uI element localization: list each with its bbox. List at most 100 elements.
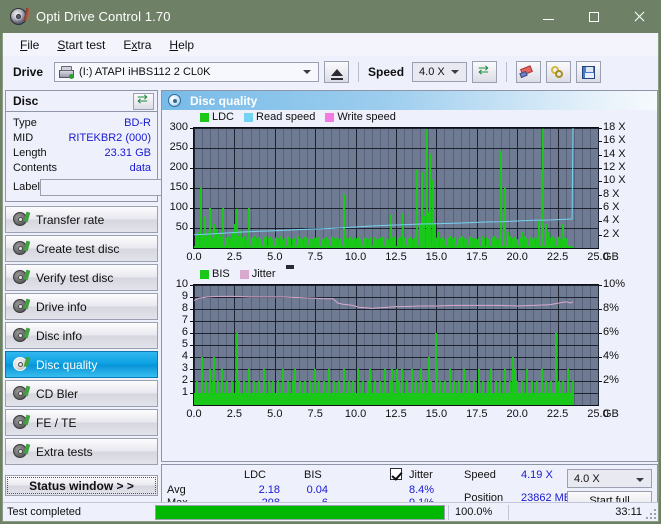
sidebar-item-verify-test-disc[interactable]: Verify test disc <box>5 264 158 291</box>
disc-refresh-button[interactable] <box>133 91 154 110</box>
x-axis-tick: 7.5 <box>307 251 323 263</box>
sidebar-item-fe-te[interactable]: FE / TE <box>5 409 158 436</box>
chart-series-bis-chart <box>194 295 574 405</box>
legend-swatch <box>200 269 209 279</box>
drive-toolbar: Drive (I:) ATAPI iHBS112 2 CL0K Speed 4.… <box>3 56 658 88</box>
x-axis-tick: 12.5 <box>385 408 407 420</box>
sidebar-item-disc-info[interactable]: Disc info <box>5 322 158 349</box>
disc-icon <box>13 211 31 227</box>
legend-item: Read speed <box>244 111 315 123</box>
status-bar: Test completed 100.0% 33:11 <box>3 502 658 521</box>
x-axis-tick: 15.0 <box>425 408 448 420</box>
line-series-Jitter <box>194 295 574 309</box>
chart-legend-bis-chart: BIS Jitter <box>200 268 282 280</box>
refresh-button[interactable] <box>472 61 498 83</box>
disc-row-value: BD-R <box>124 116 151 129</box>
toolbar-divider-2 <box>506 62 508 82</box>
y-axis-tick: 6 <box>181 326 188 338</box>
y-tick-mark <box>190 168 193 169</box>
minimize-button[interactable] <box>526 0 571 33</box>
sidebar-item-create-test-disc[interactable]: Create test disc <box>5 235 158 262</box>
legend-item: BIS <box>200 268 230 280</box>
x-axis-unit: GB <box>603 251 619 263</box>
y2-axis-tick: 16 X <box>603 134 626 147</box>
y2-axis-tick: 8 X <box>603 187 620 200</box>
y2-axis-tick: 4% <box>603 350 619 362</box>
line-series-Read speed <box>194 128 574 236</box>
disc-icon <box>13 414 31 430</box>
y-axis-tick: 100 <box>169 201 188 213</box>
maximize-button[interactable] <box>571 0 616 33</box>
disc-row-key: MID <box>13 131 34 144</box>
x-axis-tick: 22.5 <box>546 251 569 263</box>
menu-start-test[interactable]: Start test <box>48 35 114 55</box>
disc-row-key: Type <box>13 116 37 129</box>
y2-tick-mark <box>599 221 602 223</box>
y-axis-tick: 8 <box>181 302 188 314</box>
plot-area-bis-chart <box>193 284 599 406</box>
stat-avg-ldc: 2.18 <box>258 484 280 496</box>
menu-file[interactable]: FFileile <box>11 35 48 55</box>
x-axis-tick: 10.0 <box>344 408 367 420</box>
erase-button[interactable] <box>516 61 542 83</box>
y2-tick-mark <box>599 234 602 236</box>
x-axis-tick: 10.0 <box>344 251 367 263</box>
disc-row-key: Contents <box>13 161 58 174</box>
drive-icon <box>59 65 75 79</box>
disc-quality-icon <box>168 93 182 108</box>
x-axis-unit: GB <box>603 408 619 420</box>
legend-item: Jitter <box>239 268 276 280</box>
y-tick-mark <box>190 208 193 209</box>
x-axis-tick: 17.5 <box>466 251 488 263</box>
sidebar-item-transfer-rate[interactable]: Transfer rate <box>5 206 158 233</box>
speed-stat-label: Speed <box>464 469 496 481</box>
client-area: FFileile Start test Extra Help Drive (I:… <box>2 33 659 522</box>
x-axis-tick: 5.0 <box>267 408 283 420</box>
close-button[interactable] <box>616 0 661 33</box>
legend-label: Write speed <box>337 111 396 123</box>
speed-select[interactable]: 4.0 X <box>412 62 468 82</box>
chain-icon <box>551 65 566 79</box>
jitter-checkbox[interactable] <box>390 468 402 480</box>
y-axis-tick: 200 <box>169 161 188 173</box>
y-tick-mark <box>190 357 193 358</box>
y2-axis-tick: 18 X <box>603 121 626 133</box>
y2-tick-mark <box>599 309 602 310</box>
disc-icon <box>13 443 31 459</box>
sidebar-item-extra-tests[interactable]: Extra tests <box>5 438 158 465</box>
x-axis-tick: 0.0 <box>186 251 202 263</box>
disc-icon <box>13 298 31 314</box>
disc-row-type: Type BD-R <box>13 115 151 130</box>
y-axis-tick: 5 <box>181 338 188 350</box>
legend-label: Read speed <box>256 111 316 123</box>
menu-help[interactable]: Help <box>160 35 203 55</box>
drive-select[interactable]: (I:) ATAPI iHBS112 2 CL0K <box>54 62 320 82</box>
y-axis-tick: 7 <box>181 314 188 326</box>
sidebar-item-cd-bler[interactable]: CD Bler <box>5 380 158 407</box>
link-button[interactable] <box>546 61 572 83</box>
test-speed-select[interactable]: 4.0 X <box>567 469 652 488</box>
sidebar-item-disc-quality[interactable]: Disc quality <box>5 351 158 378</box>
eject-button[interactable] <box>324 61 350 83</box>
disc-row-value: RITEKBR2 (000) <box>68 131 151 144</box>
legend-label: BIS <box>212 268 230 280</box>
resize-grip[interactable] <box>644 507 656 519</box>
save-button[interactable] <box>576 61 602 83</box>
refresh-icon <box>137 91 150 108</box>
y-tick-mark <box>190 285 193 286</box>
drive-label: Drive <box>13 65 44 79</box>
y-axis-tick: 10 <box>175 278 188 290</box>
menu-extra[interactable]: Extra <box>114 35 160 55</box>
stat-row-avg: Avg <box>167 484 186 496</box>
elapsed-time: 33:11 <box>508 504 658 520</box>
y-tick-mark <box>190 369 193 370</box>
disc-row-contents: Contents data <box>13 160 151 175</box>
disc-row-mid: MID RITEKBR2 (000) <box>13 130 151 145</box>
speed-select-value: 4.0 X <box>419 66 445 78</box>
sidebar-item-drive-info[interactable]: Drive info <box>5 293 158 320</box>
drive-select-value: (I:) ATAPI iHBS112 2 CL0K <box>79 66 211 78</box>
status-window-button[interactable]: Status window > > <box>5 475 158 496</box>
y2-tick-mark <box>599 381 602 382</box>
y2-axis-tick: 10% <box>603 278 626 290</box>
sidebar-item-label: CD Bler <box>36 386 79 401</box>
